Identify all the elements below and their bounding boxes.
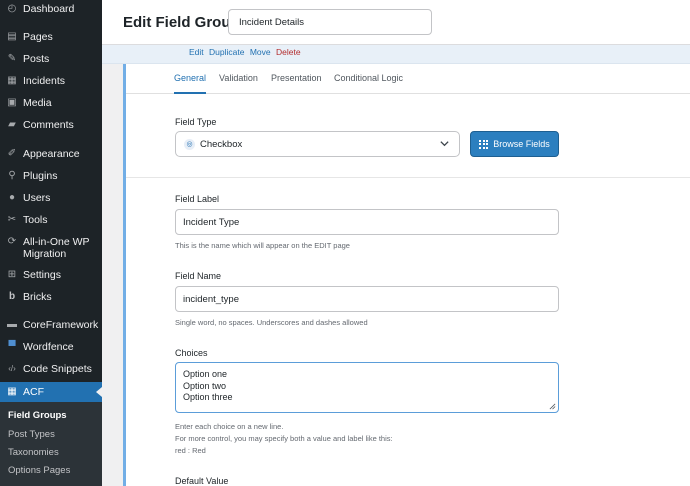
delete-link[interactable]: Delete bbox=[276, 47, 301, 57]
menu-label: Settings bbox=[23, 269, 61, 281]
menu-wordfence[interactable]: ▀ Wordfence bbox=[0, 341, 102, 353]
menu-tools[interactable]: ✂ Tools bbox=[0, 214, 102, 226]
menu-label: Bricks bbox=[23, 291, 52, 303]
menu-media[interactable]: ▣ Media bbox=[0, 97, 102, 109]
menu-label: Media bbox=[23, 97, 52, 109]
field-name-input[interactable] bbox=[175, 286, 559, 312]
menu-all-in-one-wp-migration[interactable]: ⟳ All-in-One WP Migration bbox=[0, 236, 102, 260]
menu-label: Comments bbox=[23, 119, 74, 131]
field-group-title-input[interactable] bbox=[228, 9, 432, 35]
appearance-icon: ✐ bbox=[7, 148, 17, 159]
choices-textarea[interactable]: Option one Option two Option three bbox=[175, 362, 559, 413]
menu-incidents[interactable]: ▦ Incidents bbox=[0, 75, 102, 87]
menu-label: Incidents bbox=[23, 75, 66, 87]
submenu-options-pages[interactable]: Options Pages bbox=[8, 465, 70, 476]
menu-label: CoreFramework bbox=[23, 319, 99, 331]
plugins-icon: ⚲ bbox=[8, 170, 16, 181]
field-label-hint: This is the name which will appear on th… bbox=[175, 241, 350, 250]
pin-icon: ✎ bbox=[7, 53, 17, 64]
menu-label: Pages bbox=[23, 31, 53, 43]
tools-icon: ✂ bbox=[7, 214, 17, 225]
menu-label: Posts bbox=[23, 53, 50, 65]
choices-label: Choices bbox=[175, 348, 208, 358]
menu-label: ACF bbox=[23, 386, 44, 398]
menu-label-line: Migration bbox=[23, 248, 67, 260]
media-icon: ▣ bbox=[7, 97, 17, 108]
acf-icon: ▦ bbox=[7, 386, 17, 397]
chevron-down-icon bbox=[440, 141, 449, 147]
field-name-label: Field Name bbox=[175, 271, 222, 281]
field-settings-panel: General Validation Presentation Conditio… bbox=[123, 64, 690, 486]
page-title: Edit Field Group bbox=[123, 14, 240, 31]
menu-plugins[interactable]: ⚲ Plugins bbox=[0, 170, 102, 182]
row-actions: Edit Duplicate Move Delete bbox=[189, 47, 304, 57]
menu-acf[interactable]: ▦ ACF bbox=[0, 382, 102, 402]
grid-icon bbox=[479, 139, 489, 149]
menu-comments[interactable]: ▰ Comments bbox=[0, 119, 102, 131]
coreframework-icon: ▬ bbox=[7, 319, 17, 330]
field-row-actions-bar: Edit Duplicate Move Delete bbox=[102, 45, 690, 64]
edit-link[interactable]: Edit bbox=[189, 47, 204, 57]
checkbox-type-icon: ◎ bbox=[184, 138, 195, 150]
field-type-label: Field Type bbox=[175, 117, 217, 127]
menu-code-snippets[interactable]: ‹/› Code Snippets bbox=[0, 363, 102, 375]
move-link[interactable]: Move bbox=[250, 47, 271, 57]
default-value-label: Default Value bbox=[175, 476, 229, 486]
duplicate-link[interactable]: Duplicate bbox=[209, 47, 244, 57]
menu-users[interactable]: ● Users bbox=[0, 192, 102, 204]
tab-conditional-logic[interactable]: Conditional Logic bbox=[334, 73, 403, 83]
admin-sidebar: ◴ Dashboard ▤ Pages ✎ Posts ▦ Incidents … bbox=[0, 0, 102, 486]
dashboard-icon: ◴ bbox=[7, 3, 17, 14]
submenu-field-groups[interactable]: Field Groups bbox=[8, 410, 67, 421]
code-icon: ‹/› bbox=[8, 364, 16, 373]
submenu-post-types[interactable]: Post Types bbox=[8, 429, 55, 440]
section-divider bbox=[126, 177, 690, 178]
migration-icon: ⟳ bbox=[7, 236, 17, 247]
acf-submenu: Field Groups Post Types Taxonomies Optio… bbox=[0, 402, 102, 486]
choices-hint-2: For more control, you may specify both a… bbox=[175, 434, 393, 443]
incidents-icon: ▦ bbox=[7, 75, 17, 86]
menu-pages[interactable]: ▤ Pages bbox=[0, 31, 102, 43]
browse-fields-button[interactable]: Browse Fields bbox=[470, 131, 559, 157]
page-header: Edit Field Group bbox=[102, 0, 690, 45]
menu-label: Dashboard bbox=[23, 3, 75, 15]
choices-hint-1: Enter each choice on a new line. bbox=[175, 422, 284, 431]
field-type-select[interactable]: ◎ Checkbox bbox=[175, 131, 460, 157]
settings-icon: ⊞ bbox=[7, 269, 17, 280]
field-type-value: Checkbox bbox=[200, 138, 243, 150]
resize-grip-icon[interactable] bbox=[549, 403, 556, 410]
menu-label: Tools bbox=[23, 214, 48, 226]
choices-hint-3: red : Red bbox=[175, 446, 206, 455]
settings-tabs: General Validation Presentation Conditio… bbox=[126, 64, 690, 94]
wordfence-icon: ▀ bbox=[8, 341, 16, 352]
menu-label: All-in-One WP Migration bbox=[23, 236, 90, 260]
menu-label: Code Snippets bbox=[23, 363, 92, 375]
choice-line: Option one bbox=[183, 369, 228, 379]
comments-icon: ▰ bbox=[8, 119, 16, 130]
field-label-input[interactable] bbox=[175, 209, 559, 235]
menu-label: Wordfence bbox=[23, 341, 74, 353]
menu-dashboard[interactable]: ◴ Dashboard bbox=[0, 3, 102, 15]
tab-presentation[interactable]: Presentation bbox=[271, 73, 322, 83]
menu-settings[interactable]: ⊞ Settings bbox=[0, 269, 102, 281]
choice-line: Option two bbox=[183, 380, 227, 391]
menu-label: Users bbox=[23, 192, 51, 204]
menu-coreframework[interactable]: ▬ CoreFramework bbox=[0, 319, 102, 331]
users-icon: ● bbox=[8, 192, 16, 203]
menu-posts[interactable]: ✎ Posts bbox=[0, 53, 102, 65]
tab-validation[interactable]: Validation bbox=[219, 73, 258, 83]
menu-bricks[interactable]: b Bricks bbox=[0, 291, 102, 303]
submenu-taxonomies[interactable]: Taxonomies bbox=[8, 447, 59, 458]
menu-label-line: All-in-One WP bbox=[23, 236, 90, 248]
browse-fields-label: Browse Fields bbox=[493, 139, 550, 149]
field-label-label: Field Label bbox=[175, 194, 220, 204]
menu-label: Plugins bbox=[23, 170, 58, 182]
tab-general[interactable]: General bbox=[174, 73, 207, 94]
field-name-hint: Single word, no spaces. Underscores and … bbox=[175, 318, 368, 327]
menu-label: Appearance bbox=[23, 148, 80, 160]
pages-icon: ▤ bbox=[7, 31, 17, 42]
bricks-icon: b bbox=[8, 291, 16, 302]
choice-line: Option three bbox=[183, 392, 233, 402]
menu-appearance[interactable]: ✐ Appearance bbox=[0, 148, 102, 160]
